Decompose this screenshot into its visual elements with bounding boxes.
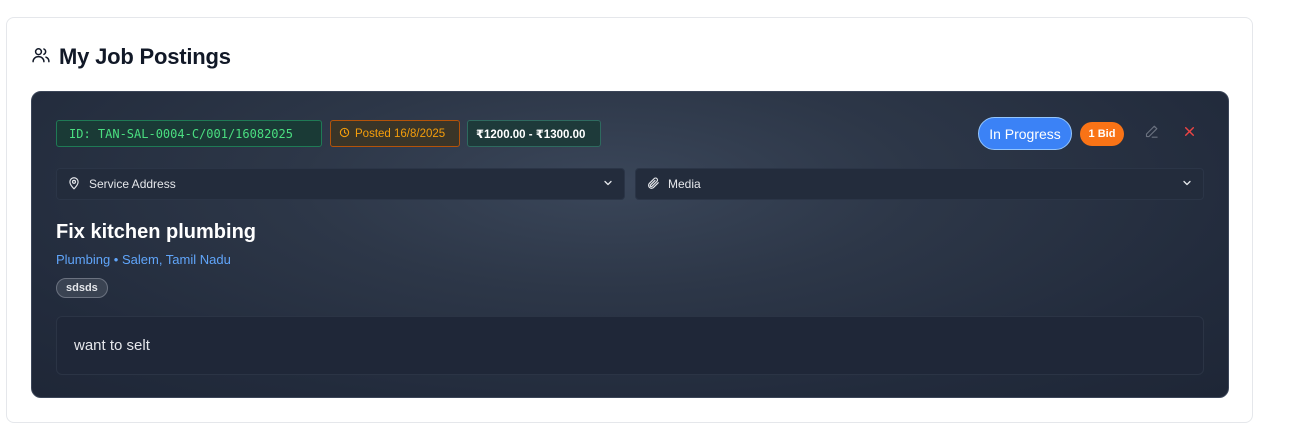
pencil-icon xyxy=(1144,124,1159,144)
job-postings-panel: My Job Postings ID: TAN-SAL-0004-C/001/1… xyxy=(6,17,1253,423)
job-description-text: want to selt xyxy=(74,337,150,354)
paperclip-icon xyxy=(646,176,660,193)
media-dropdown[interactable]: Media xyxy=(635,168,1204,200)
job-category-location: Plumbing • Salem, Tamil Nadu xyxy=(56,252,231,267)
job-title: Fix kitchen plumbing xyxy=(56,221,257,243)
section-header: My Job Postings xyxy=(31,42,231,72)
edit-button[interactable] xyxy=(1140,123,1162,145)
chevron-down-icon xyxy=(1181,177,1193,192)
job-card: ID: TAN-SAL-0004-C/001/16082025 Posted 1… xyxy=(31,91,1229,398)
job-card-top-row: ID: TAN-SAL-0004-C/001/16082025 Posted 1… xyxy=(56,117,1204,150)
price-range-badge: ₹1200.00 - ₹1300.00 xyxy=(467,120,601,147)
chevron-down-icon xyxy=(602,177,614,192)
bid-count-badge[interactable]: 1 Bid xyxy=(1080,122,1124,146)
service-address-dropdown[interactable]: Service Address xyxy=(56,168,625,200)
job-id-badge: ID: TAN-SAL-0004-C/001/16082025 xyxy=(56,120,322,147)
media-label: Media xyxy=(668,177,701,191)
clock-icon xyxy=(339,127,350,141)
map-pin-icon xyxy=(67,176,81,193)
posted-date-badge: Posted 16/8/2025 xyxy=(330,120,460,147)
users-icon xyxy=(31,45,51,70)
status-badge: In Progress xyxy=(978,117,1072,150)
job-description: want to selt xyxy=(56,316,1204,375)
skill-tag: sdsds xyxy=(56,278,108,298)
close-icon xyxy=(1183,125,1196,143)
page-title: My Job Postings xyxy=(59,44,231,69)
delete-button[interactable] xyxy=(1178,123,1200,145)
service-address-label: Service Address xyxy=(89,177,176,191)
posted-date-text: Posted 16/8/2025 xyxy=(355,127,446,140)
